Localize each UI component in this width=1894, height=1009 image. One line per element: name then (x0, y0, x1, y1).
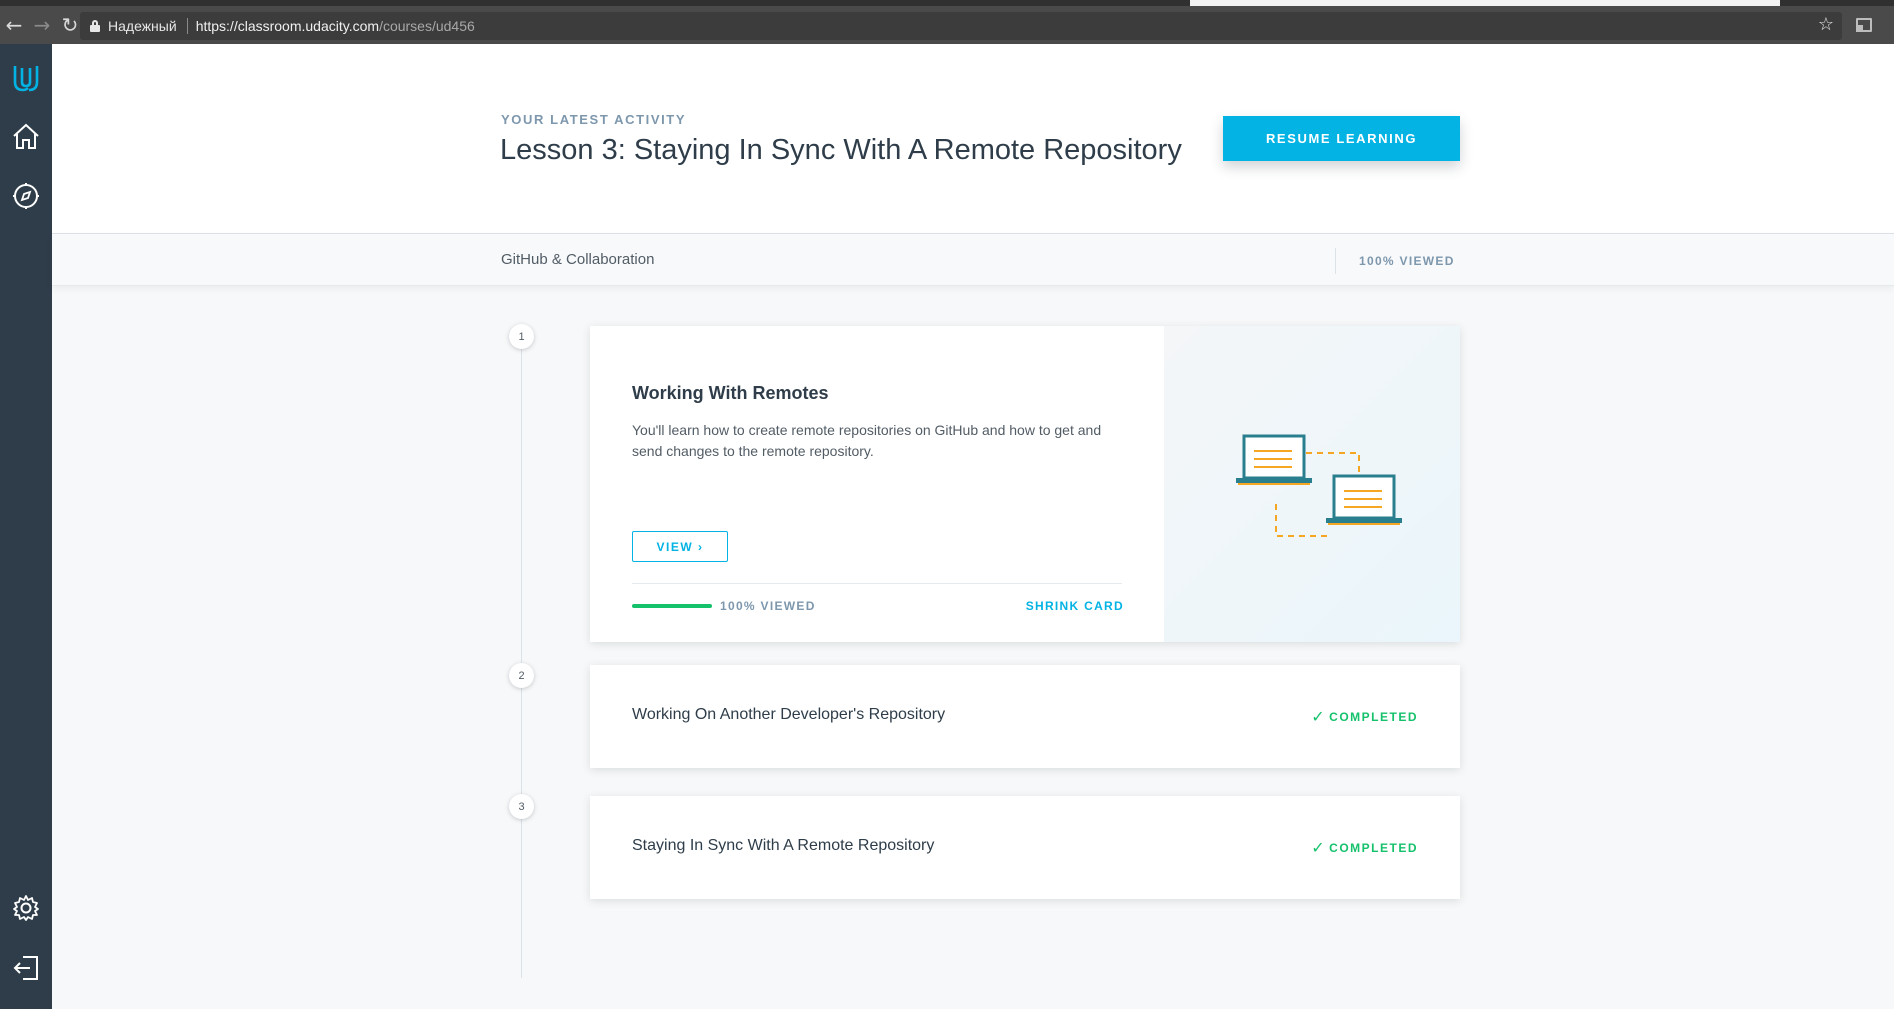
lesson-card-expanded: Working With Remotes You'll learn how to… (590, 326, 1460, 642)
subheader-divider (1335, 248, 1336, 274)
lesson-card-collapsed[interactable]: Working On Another Developer's Repositor… (590, 665, 1460, 768)
compass-icon[interactable] (0, 176, 52, 216)
udacity-logo-icon[interactable] (0, 58, 52, 98)
chevron-right-icon: › (698, 539, 704, 554)
card-divider (632, 583, 1122, 584)
url-host: https://classroom.udacity.com (195, 18, 380, 34)
check-icon: ✓ (1311, 707, 1327, 726)
laptops-sync-illustration (1236, 434, 1402, 537)
forward-arrow-icon[interactable]: → (28, 6, 56, 44)
url-path: /courses/ud456 (379, 18, 475, 34)
lesson-number-badge: 2 (509, 663, 534, 688)
lesson-number-badge: 1 (509, 324, 534, 349)
browser-toolbar: ← → ↻ Надежный https://classroom.udacity… (0, 6, 1894, 44)
completed-label: COMPLETED (1329, 709, 1418, 724)
home-icon[interactable] (0, 116, 52, 156)
address-bar[interactable]: Надежный https://classroom.udacity.com /… (80, 12, 1842, 40)
lesson-description: You'll learn how to create remote reposi… (632, 422, 1102, 459)
completed-label: COMPLETED (1329, 840, 1418, 855)
completed-status: ✓ COMPLETED (1311, 707, 1418, 726)
check-icon: ✓ (1311, 838, 1327, 857)
latest-activity-header: YOUR LATEST ACTIVITY Lesson 3: Staying I… (52, 44, 1894, 234)
lock-icon (90, 20, 100, 32)
timeline-line (521, 335, 522, 978)
lesson-title: Staying In Sync With A Remote Repository (632, 837, 935, 854)
lesson-card-collapsed[interactable]: Staying In Sync With A Remote Repository… (590, 796, 1460, 899)
view-button-label: VIEW (656, 539, 694, 554)
back-arrow-icon[interactable]: ← (0, 6, 28, 44)
lesson-illustration (1164, 326, 1460, 642)
course-title: GitHub & Collaboration (501, 251, 655, 268)
secure-label: Надежный (108, 18, 188, 34)
lesson-progress-label: 100% VIEWED (720, 599, 816, 613)
shrink-card-link[interactable]: SHRINK CARD (1026, 599, 1124, 613)
lesson-title: Working On Another Developer's Repositor… (632, 706, 946, 723)
bookmark-star-icon[interactable]: ☆ (1818, 14, 1834, 35)
main-content: YOUR LATEST ACTIVITY Lesson 3: Staying I… (52, 44, 1894, 1009)
latest-lesson-title: Lesson 3: Staying In Sync With A Remote … (500, 134, 1182, 166)
completed-status: ✓ COMPLETED (1311, 838, 1418, 857)
course-progress-label: 100% VIEWED (1359, 254, 1455, 268)
lesson-number-badge: 3 (509, 794, 534, 819)
settings-icon[interactable] (0, 888, 52, 928)
cast-icon[interactable] (1856, 18, 1872, 32)
lesson-progress-fill (632, 604, 712, 608)
lesson-card-body: Working With Remotes You'll learn how to… (590, 326, 1164, 642)
view-lesson-button[interactable]: VIEW › (632, 531, 728, 562)
course-subheader: GitHub & Collaboration 100% VIEWED (52, 234, 1894, 286)
resume-learning-button[interactable]: RESUME LEARNING (1223, 116, 1460, 161)
lesson-progress-bar (632, 604, 712, 608)
left-sidebar (0, 44, 52, 1009)
lesson-title: Working With Remotes (632, 383, 829, 403)
logout-icon[interactable] (0, 948, 52, 988)
latest-activity-eyebrow: YOUR LATEST ACTIVITY (501, 112, 687, 127)
